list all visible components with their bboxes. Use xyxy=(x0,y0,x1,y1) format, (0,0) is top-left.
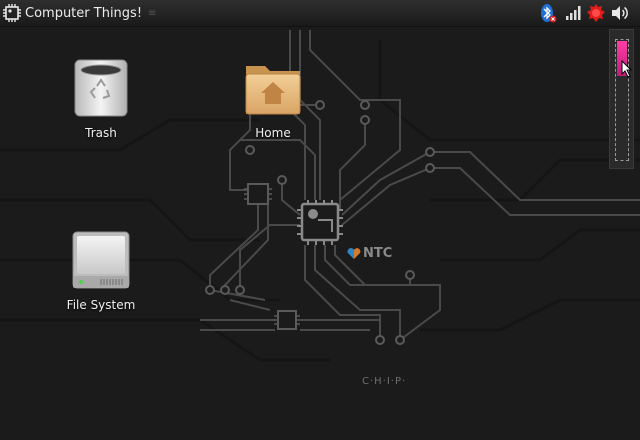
bluetooth-icon xyxy=(541,4,557,23)
ntc-logo: NTC xyxy=(347,246,392,261)
chip-product-text: C·H·I·P· xyxy=(362,376,407,387)
top-panel: Computer Things! ≡ xyxy=(0,0,640,27)
bluetooth-tray-button[interactable] xyxy=(538,3,558,23)
workspace-pager[interactable] xyxy=(609,29,634,169)
center-chip-graphic xyxy=(297,200,343,245)
signal-icon xyxy=(566,6,581,20)
mouse-cursor-icon xyxy=(621,60,633,78)
ntc-brand-text: NTC xyxy=(363,246,393,261)
workspace-slot[interactable] xyxy=(615,39,629,161)
desktop-icon-home[interactable]: Home xyxy=(228,58,318,140)
app-menu-button[interactable]: Computer Things! ≡ xyxy=(2,2,156,24)
network-tray-button[interactable] xyxy=(563,3,583,23)
alert-icon xyxy=(587,4,605,22)
alert-tray-button[interactable] xyxy=(586,3,606,23)
home-folder-icon xyxy=(245,66,301,115)
panel-handle: ≡ xyxy=(148,7,157,19)
desktop-icon-label: Trash xyxy=(85,126,117,140)
volume-tray-button[interactable] xyxy=(610,3,630,23)
volume-icon xyxy=(612,6,628,20)
ntc-heart-icon xyxy=(347,247,361,259)
desktop-icon-trash[interactable]: Trash xyxy=(56,58,146,140)
trash-icon xyxy=(74,59,128,117)
desktop-icon-label: Home xyxy=(255,126,291,140)
desktop-icon-file-system[interactable]: File System xyxy=(56,230,146,312)
menu-title: Computer Things! xyxy=(25,5,143,21)
chip-menu-icon xyxy=(3,4,21,22)
desktop-icon-label: File System xyxy=(66,298,136,312)
drive-icon xyxy=(72,231,130,289)
